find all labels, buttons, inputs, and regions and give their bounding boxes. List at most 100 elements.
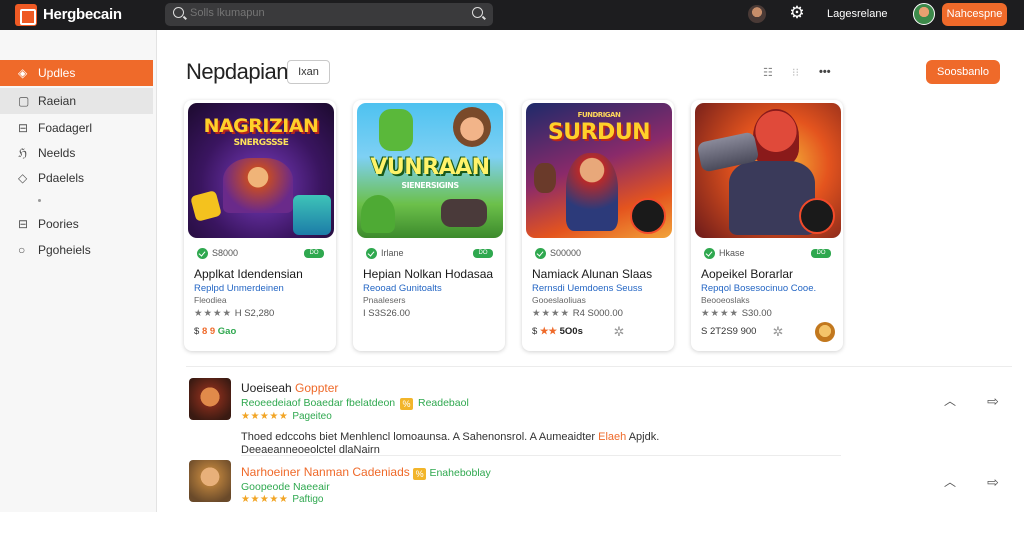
app-card[interactable]: FUNDRIGAN SURDUN S00000 Namiack Alunan S… — [522, 100, 674, 351]
chat-icon: ○ — [18, 243, 26, 257]
rating-value: S30.00 — [741, 308, 772, 319]
title-accent: Goppter — [295, 381, 339, 395]
app-icon[interactable] — [189, 378, 231, 420]
game-logo-icon — [630, 198, 666, 234]
share-icon[interactable]: ⇨ — [986, 475, 1000, 489]
chevron-up-icon[interactable]: ︿ — [944, 395, 956, 407]
sidebar-item-label: Pdaelels — [38, 171, 85, 185]
app-title: Hergbecain — [43, 6, 122, 23]
sidebar-item-pdaelels[interactable]: ◇ Pdaelels — [0, 165, 153, 191]
category-label: Gooeslaoliuas — [532, 295, 586, 305]
category-label: Pnaalesers — [363, 295, 406, 305]
top-bar: Hergbecain ⚙ Lagesrelane Nahcespne — [0, 0, 1024, 30]
app-icon[interactable] — [189, 460, 231, 502]
character-art — [223, 158, 293, 213]
rating-label: Paftigo — [292, 494, 324, 505]
price-highlight: ★★ — [539, 326, 557, 337]
settings-icon[interactable]: ✲ — [610, 323, 628, 341]
status-badge: DO — [811, 249, 831, 258]
notification-avatar[interactable] — [748, 5, 766, 23]
app-thumbnail[interactable]: NAGRIZIAN SNERGSSSE — [188, 103, 334, 238]
thumbnail-title: SURDUN — [547, 120, 651, 145]
app-name[interactable]: Hepian Nolkan Hodasaa — [363, 267, 493, 281]
user-name[interactable]: Lagesrelane — [827, 8, 888, 20]
sidebar-item-label: Pgoheiels — [38, 243, 91, 257]
sidebar-item-neelds[interactable]: ℌ Neelds — [0, 140, 153, 166]
list-item[interactable]: Uoeiseah Goppter Reoeedeiaof Boaedar fbe… — [186, 374, 1012, 456]
star-rating: ★★★★ — [194, 308, 233, 319]
developer-link[interactable]: Repqol Bosesocinuo Cooe. — [701, 283, 816, 294]
list-item[interactable]: Narhoeiner Nanman Cadeniads % Enahebobla… — [186, 458, 1012, 538]
title-text: Narhoeiner Nanman Cadeniads — [241, 465, 414, 479]
star-rating: ★★★★ — [532, 308, 571, 319]
flag-icon: ℌ — [18, 146, 28, 160]
more-icon[interactable]: ••• — [819, 66, 831, 78]
sidebar-item-pgoheiels[interactable]: ○ Pgoheiels — [0, 237, 153, 263]
search-submit-icon[interactable] — [472, 7, 483, 18]
search-input[interactable] — [190, 7, 450, 19]
developer-avatar[interactable] — [815, 322, 835, 342]
grid-view-icon[interactable]: ⁝⁝ — [792, 66, 799, 79]
sidebar-item-updates[interactable]: ◈ Updles — [0, 60, 153, 86]
price: $ ★★ 5O0s — [532, 326, 583, 337]
enemy-art — [534, 163, 556, 193]
rating: I S3S26.00 — [363, 308, 410, 319]
topbar-action-button[interactable]: Nahcespne — [942, 3, 1007, 26]
star-rating: ★★★★ — [701, 308, 740, 319]
price-value: Gao — [215, 326, 237, 337]
filter-chip[interactable]: Ixan — [287, 60, 330, 84]
sidebar-item-foadagerl[interactable]: ⊟ Foadagerl — [0, 115, 153, 141]
app-thumbnail[interactable] — [695, 103, 841, 238]
status-badge: DO — [473, 249, 493, 258]
sidebar-item-label: Foadagerl — [38, 121, 93, 135]
sidebar-item-raeian[interactable]: ▢ Raeian — [0, 88, 153, 114]
gear-icon[interactable]: ⚙ — [789, 4, 805, 21]
list-item-title[interactable]: Uoeiseah Goppter — [241, 381, 338, 395]
app-card[interactable]: NAGRIZIAN SNERGSSSE S8000 DO Applkat Ide… — [184, 100, 336, 351]
price: S 2T2S9 900 — [701, 326, 756, 337]
sidebar-item-label: Raeian — [38, 94, 77, 108]
villain-head-art — [753, 109, 799, 165]
gamepad-art — [441, 199, 487, 227]
list-view-icon[interactable]: ☷ — [763, 66, 773, 79]
card-meta: S8000 — [212, 248, 239, 258]
game-badge-icon — [293, 195, 331, 235]
app-card[interactable]: Hkase DO Aopeikel Borarlar Repqol Boseso… — [691, 100, 843, 351]
section-divider — [186, 366, 1012, 367]
app-name[interactable]: Aopeikel Borarlar — [701, 267, 793, 281]
rating: ★★★★ R4 S000.00 — [532, 308, 623, 319]
chevron-up-icon[interactable]: ︿ — [944, 476, 956, 488]
developer-link[interactable]: Replpd Unmerdeinen — [194, 283, 284, 294]
sidebar-item-poories[interactable]: ⊟ Poories — [0, 211, 153, 237]
verified-icon — [704, 248, 715, 259]
user-avatar[interactable] — [913, 3, 935, 25]
rating-value: I S3S26.00 — [363, 308, 411, 319]
description-accent: Elaeh — [598, 431, 627, 443]
developer-text: Reoeedeiaof Boaedar fbelatdeon — [241, 397, 396, 409]
app-thumbnail[interactable]: VUNRAAN SIENERSIGINS — [357, 103, 503, 238]
price-prefix: $ — [194, 326, 202, 337]
settings-icon[interactable]: ✲ — [769, 323, 787, 341]
rating-value: R4 S000.00 — [572, 308, 623, 319]
app-card[interactable]: VUNRAAN SIENERSIGINS Irlane DO Hepian No… — [353, 100, 505, 351]
list-item-developer[interactable]: Goopeode Naeeair — [241, 481, 330, 493]
tag-icon: ◈ — [18, 66, 28, 80]
developer-link[interactable]: Rernsdi Uemdoens Seuss — [532, 283, 642, 294]
list-item-developer[interactable]: Reoeedeiaof Boaedar fbelatdeon % Readeba… — [241, 397, 469, 410]
title-text: Uoeiseah — [241, 381, 296, 395]
rating: ★★★★ H S2,280 — [194, 308, 274, 319]
game-logo-icon — [799, 198, 835, 234]
thumbnail-subtitle: SNERGSSSE — [233, 138, 289, 148]
search-bar[interactable] — [165, 3, 493, 26]
app-logo-icon[interactable] — [15, 4, 37, 26]
sidebar-item-label: Poories — [38, 217, 79, 231]
diamond-icon: ◇ — [18, 171, 28, 185]
app-name[interactable]: Applkat Idendensian — [194, 267, 303, 281]
developer-link[interactable]: Reooad Gunitoalts — [363, 283, 442, 294]
primary-action-button[interactable]: Soosbanlo — [926, 60, 1000, 84]
list-item-title[interactable]: Narhoeiner Nanman Cadeniads % Enahebobla… — [241, 465, 491, 480]
rating-value: H S2,280 — [234, 308, 275, 319]
share-icon[interactable]: ⇨ — [986, 394, 1000, 408]
app-thumbnail[interactable]: FUNDRIGAN SURDUN — [526, 103, 672, 238]
app-name[interactable]: Namiack Alunan Slaas — [532, 267, 652, 281]
